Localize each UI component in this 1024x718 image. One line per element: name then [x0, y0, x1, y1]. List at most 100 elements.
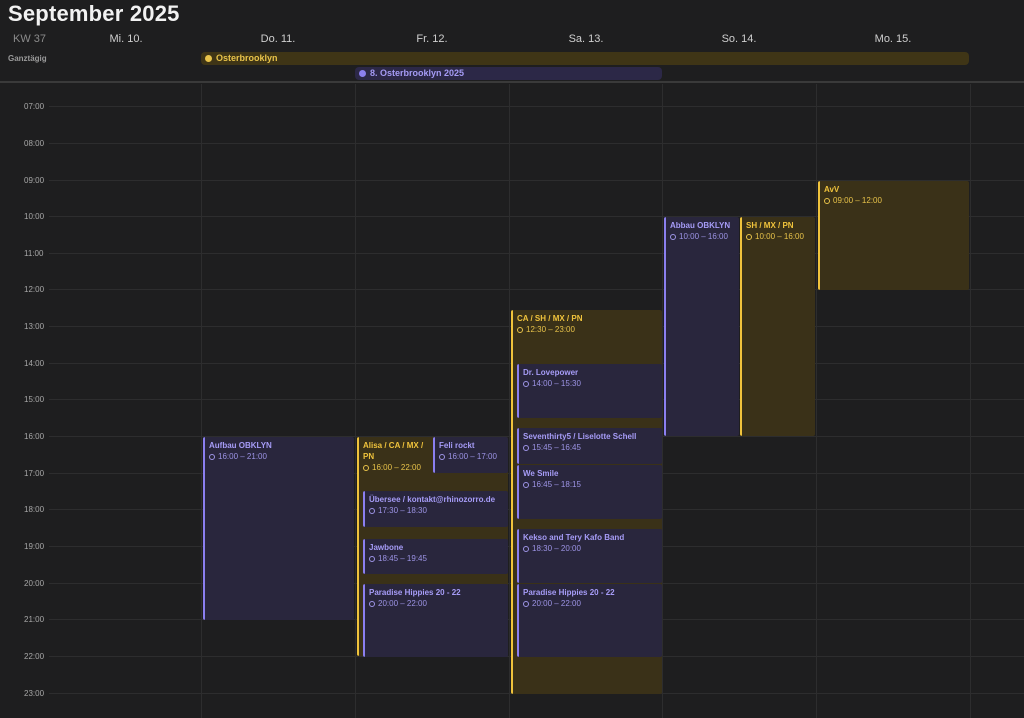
- time-label: 21:00: [24, 615, 45, 624]
- time-label: 07:00: [24, 102, 45, 111]
- calendar-event[interactable]: Paradise Hippies 20 - 22 20:00 – 22:00: [517, 584, 662, 657]
- time-label: 09:00: [24, 176, 45, 185]
- event-time: 10:00 – 16:00: [670, 231, 735, 242]
- hour-line: [49, 106, 1024, 107]
- time-label: 10:00: [24, 212, 45, 221]
- time-label: 23:00: [24, 689, 45, 698]
- event-title: We Smile: [523, 469, 559, 478]
- event-title: CA / SH / MX / PN: [517, 314, 583, 323]
- event-time: 15:45 – 16:45: [523, 442, 658, 453]
- event-title: Feli rockt: [439, 441, 475, 450]
- time-label: 13:00: [24, 322, 45, 331]
- clock-icon: [824, 198, 830, 204]
- event-title: Osterbrooklyn: [216, 53, 278, 63]
- event-title: Übersee / kontakt@rhinozorro.de: [369, 495, 496, 504]
- calendar-event[interactable]: SH / MX / PN 10:00 – 16:00: [740, 217, 815, 436]
- clock-icon: [523, 546, 529, 552]
- event-title: Dr. Lovepower: [523, 368, 579, 377]
- clock-icon: [369, 556, 375, 562]
- event-time: 20:00 – 22:00: [523, 598, 658, 609]
- event-time-text: 16:00 – 17:00: [448, 452, 497, 461]
- event-time-text: 18:45 – 19:45: [378, 554, 427, 563]
- all-day-event[interactable]: 8. Osterbrooklyn 2025: [355, 67, 662, 80]
- all-day-event[interactable]: Osterbrooklyn: [201, 52, 969, 65]
- event-time-text: 20:00 – 22:00: [378, 599, 427, 608]
- divider: [0, 81, 1024, 83]
- event-time-text: 20:00 – 22:00: [532, 599, 581, 608]
- event-time-text: 14:00 – 15:30: [532, 379, 581, 388]
- calendar-event[interactable]: Seventhirty5 / Liselotte Schell 15:45 – …: [517, 428, 662, 464]
- clock-icon: [517, 327, 523, 333]
- calendar-event[interactable]: Übersee / kontakt@rhinozorro.de 17:30 – …: [363, 491, 508, 527]
- event-title: Paradise Hippies 20 - 22: [523, 588, 615, 597]
- calendar-event[interactable]: AvV 09:00 – 12:00: [818, 181, 969, 290]
- clock-icon: [523, 381, 529, 387]
- event-time: 09:00 – 12:00: [824, 195, 965, 206]
- event-time: 16:00 – 21:00: [209, 451, 350, 462]
- week-number: KW 37: [13, 33, 47, 45]
- clock-icon: [523, 601, 529, 607]
- calendar-event[interactable]: We Smile 16:45 – 18:15: [517, 465, 662, 519]
- event-time-text: 17:30 – 18:30: [378, 506, 427, 515]
- event-time: 18:30 – 20:00: [523, 543, 658, 554]
- event-time-text: 16:00 – 22:00: [372, 463, 421, 472]
- time-grid[interactable]: 07:00 08:00 09:00 10:00 11:00 12:00 13:0…: [0, 84, 1024, 718]
- time-label: 19:00: [24, 542, 45, 551]
- day-header-sun[interactable]: So. 14.: [662, 33, 816, 45]
- event-title: Aufbau OBKLYN: [209, 441, 272, 450]
- day-header-fri[interactable]: Fr. 12.: [355, 33, 509, 45]
- calendar-icon: [205, 55, 212, 62]
- event-time: 20:00 – 22:00: [369, 598, 504, 609]
- time-label: 16:00: [24, 432, 45, 441]
- hour-line: [49, 143, 1024, 144]
- event-title: Abbau OBKLYN: [670, 221, 731, 230]
- event-time-text: 10:00 – 16:00: [679, 232, 728, 241]
- calendar-icon: [359, 70, 366, 77]
- day-header-wed[interactable]: Mi. 10.: [49, 33, 203, 45]
- time-label: 22:00: [24, 652, 45, 661]
- time-label: 15:00: [24, 395, 45, 404]
- clock-icon: [523, 445, 529, 451]
- event-title: AvV: [824, 185, 840, 194]
- time-label: 14:00: [24, 359, 45, 368]
- event-time-text: 10:00 – 16:00: [755, 232, 804, 241]
- event-title: 8. Osterbrooklyn 2025: [370, 68, 465, 78]
- time-label: 08:00: [24, 139, 45, 148]
- event-time-text: 16:00 – 21:00: [218, 452, 267, 461]
- calendar-event[interactable]: Feli rockt 16:00 – 17:00: [433, 437, 508, 473]
- clock-icon: [369, 508, 375, 514]
- event-time: 10:00 – 16:00: [746, 231, 811, 242]
- event-time-text: 12:30 – 23:00: [526, 325, 575, 334]
- event-time-text: 15:45 – 16:45: [532, 443, 581, 452]
- clock-icon: [209, 454, 215, 460]
- clock-icon: [363, 465, 369, 471]
- event-time: 16:45 – 18:15: [523, 479, 658, 490]
- event-time-text: 16:45 – 18:15: [532, 480, 581, 489]
- clock-icon: [369, 601, 375, 607]
- event-title: Kekso and Tery Kafo Band: [523, 533, 625, 542]
- calendar-event[interactable]: Paradise Hippies 20 - 22 20:00 – 22:00: [363, 584, 508, 657]
- event-title: Jawbone: [369, 543, 404, 552]
- day-header-thu[interactable]: Do. 11.: [201, 33, 355, 45]
- clock-icon: [670, 234, 676, 240]
- calendar-event[interactable]: Dr. Lovepower 14:00 – 15:30: [517, 364, 662, 418]
- clock-icon: [439, 454, 445, 460]
- event-time-text: 18:30 – 20:00: [532, 544, 581, 553]
- time-label: 17:00: [24, 469, 45, 478]
- clock-icon: [746, 234, 752, 240]
- day-header-sat[interactable]: Sa. 13.: [509, 33, 663, 45]
- time-label: 12:00: [24, 285, 45, 294]
- event-time: 18:45 – 19:45: [369, 553, 504, 564]
- calendar-event[interactable]: Kekso and Tery Kafo Band 18:30 – 20:00: [517, 529, 662, 583]
- calendar-event[interactable]: Jawbone 18:45 – 19:45: [363, 539, 508, 574]
- event-time: 16:00 – 17:00: [439, 451, 504, 462]
- event-time: 17:30 – 18:30: [369, 505, 504, 516]
- time-label: 20:00: [24, 579, 45, 588]
- event-time: 14:00 – 15:30: [523, 378, 658, 389]
- day-header-mon[interactable]: Mo. 15.: [816, 33, 970, 45]
- event-time: 12:30 – 23:00: [517, 324, 658, 335]
- calendar-event[interactable]: Aufbau OBKLYN 16:00 – 21:00: [203, 437, 354, 620]
- calendar-event[interactable]: Abbau OBKLYN 10:00 – 16:00: [664, 217, 739, 436]
- clock-icon: [523, 482, 529, 488]
- time-label: 11:00: [24, 249, 44, 258]
